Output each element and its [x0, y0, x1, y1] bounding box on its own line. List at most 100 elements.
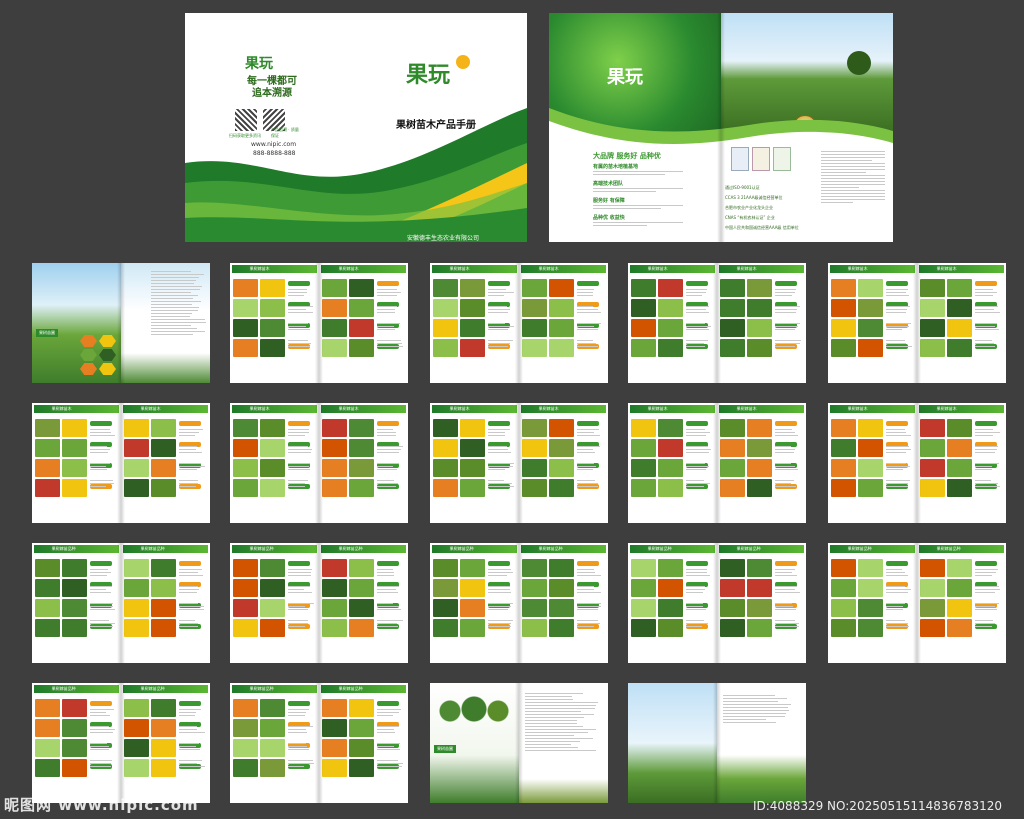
- page-header-bar: [321, 405, 406, 413]
- fruit-photo: [322, 599, 347, 617]
- fruit-photo: [151, 419, 176, 437]
- variety-tag: [686, 281, 708, 286]
- fruit-photo-grid: [720, 559, 772, 637]
- page-header-label: 果树嫁苗木: [51, 406, 72, 411]
- fruit-photo: [349, 439, 374, 457]
- fruit-photo: [947, 619, 972, 637]
- left-page: 果树嫁苗木: [430, 263, 519, 383]
- intro-items: 有属的苗木培植基地 高端技术团队 服务好 有保障 品种优 收益快: [593, 163, 711, 228]
- fruit-photo: [260, 759, 285, 777]
- left-page: 果树嫁苗木: [828, 403, 917, 523]
- fruit-photo: [260, 279, 285, 297]
- variety-tag: [886, 561, 908, 566]
- fruit-photo: [920, 279, 945, 297]
- fruit-photo: [433, 419, 458, 437]
- page-header-bar: [432, 405, 517, 413]
- fruit-photo: [920, 479, 945, 497]
- fruit-photo: [658, 439, 683, 457]
- spread-gutter: [913, 263, 921, 383]
- fruit-photo: [62, 459, 87, 477]
- brochure-spread: 果树嫁苗木 果树嫁苗木: [32, 403, 210, 523]
- fruit-photo: [322, 319, 347, 337]
- right-page: 果树嫁苗木: [519, 403, 608, 523]
- fruit-photo: [920, 319, 945, 337]
- fruit-photo: [947, 319, 972, 337]
- fruit-photo-grid: [522, 279, 574, 357]
- spread-gutter: [713, 403, 721, 523]
- fruit-photo: [522, 439, 547, 457]
- page-header-bar: [321, 685, 406, 693]
- description-text-lines: [179, 709, 205, 777]
- variety-tag: [179, 561, 201, 566]
- fruit-photo: [62, 479, 87, 497]
- right-page: 果树嫁苗木: [917, 263, 1006, 383]
- hexagon-photo: [99, 349, 116, 361]
- description-text-lines: [179, 569, 205, 637]
- fruit-photo: [349, 419, 374, 437]
- page-header-label: 果树嫁苗品种: [338, 546, 363, 551]
- fruit-photo: [260, 599, 285, 617]
- fruit-photo: [947, 599, 972, 617]
- fruit-photo: [549, 559, 574, 577]
- page-header-bar: [232, 685, 317, 693]
- description-text-lines: [288, 429, 314, 497]
- fruit-photo: [322, 459, 347, 477]
- variety-tag: [775, 281, 797, 286]
- fruit-photo: [858, 479, 883, 497]
- fruit-photo: [831, 439, 856, 457]
- nursery-right-page: [519, 683, 608, 803]
- fruit-photo: [260, 719, 285, 737]
- fruit-photo: [549, 419, 574, 437]
- brochure-spread: 果树嫁苗木 果树嫁苗木: [628, 263, 806, 383]
- variety-tag: [488, 561, 510, 566]
- fruit-photo: [947, 439, 972, 457]
- fruit-photo: [720, 619, 745, 637]
- fruit-photo: [631, 559, 656, 577]
- fruit-photo: [831, 459, 856, 477]
- page-header-bar: [321, 545, 406, 553]
- fruit-photo: [322, 739, 347, 757]
- fruit-photo: [831, 579, 856, 597]
- fruit-photo: [124, 459, 149, 477]
- fruit-photo: [549, 579, 574, 597]
- variety-tag: [775, 421, 797, 426]
- fruit-photo: [631, 599, 656, 617]
- variety-tag: [488, 281, 510, 286]
- description-text-lines: [377, 709, 403, 777]
- fruit-photo: [233, 559, 258, 577]
- fruit-photo: [151, 439, 176, 457]
- nursery-left-page: 果树苗圃: [430, 683, 519, 803]
- fruit-photo: [747, 559, 772, 577]
- page-header-label: 果树嫁苗品种: [538, 546, 563, 551]
- fruit-photo: [322, 439, 347, 457]
- description-text-lines: [179, 429, 205, 497]
- watermark-left: 昵图网 www.nipic.com: [4, 796, 199, 814]
- intro-item: 有属的苗木培植基地: [593, 163, 711, 175]
- variety-tag: [488, 421, 510, 426]
- fruit-photo: [858, 319, 883, 337]
- fruit-photo: [549, 439, 574, 457]
- fruit-photo: [720, 459, 745, 477]
- fruit-photo-grid: [720, 279, 772, 357]
- spread-gutter: [515, 683, 523, 803]
- variety-tag: [886, 421, 908, 426]
- fruit-photo: [322, 699, 347, 717]
- fruit-photo: [260, 299, 285, 317]
- fruit-photo: [433, 579, 458, 597]
- spread-gutter: [713, 543, 721, 663]
- variety-tag: [377, 421, 399, 426]
- fruit-photo: [322, 279, 347, 297]
- fruit-photo: [720, 319, 745, 337]
- fruit-photo: [947, 459, 972, 477]
- fruit-photo: [631, 439, 656, 457]
- spread-gutter: [315, 543, 323, 663]
- page-header-label: 果树嫁苗木: [538, 406, 559, 411]
- fruit-photo: [233, 279, 258, 297]
- fruit-photo: [349, 339, 374, 357]
- certificate-image: [773, 147, 791, 171]
- fruit-photo: [947, 579, 972, 597]
- fruit-photo: [322, 339, 347, 357]
- fruit-photo: [549, 339, 574, 357]
- right-page: 果树嫁苗木: [519, 263, 608, 383]
- fruit-photo: [549, 619, 574, 637]
